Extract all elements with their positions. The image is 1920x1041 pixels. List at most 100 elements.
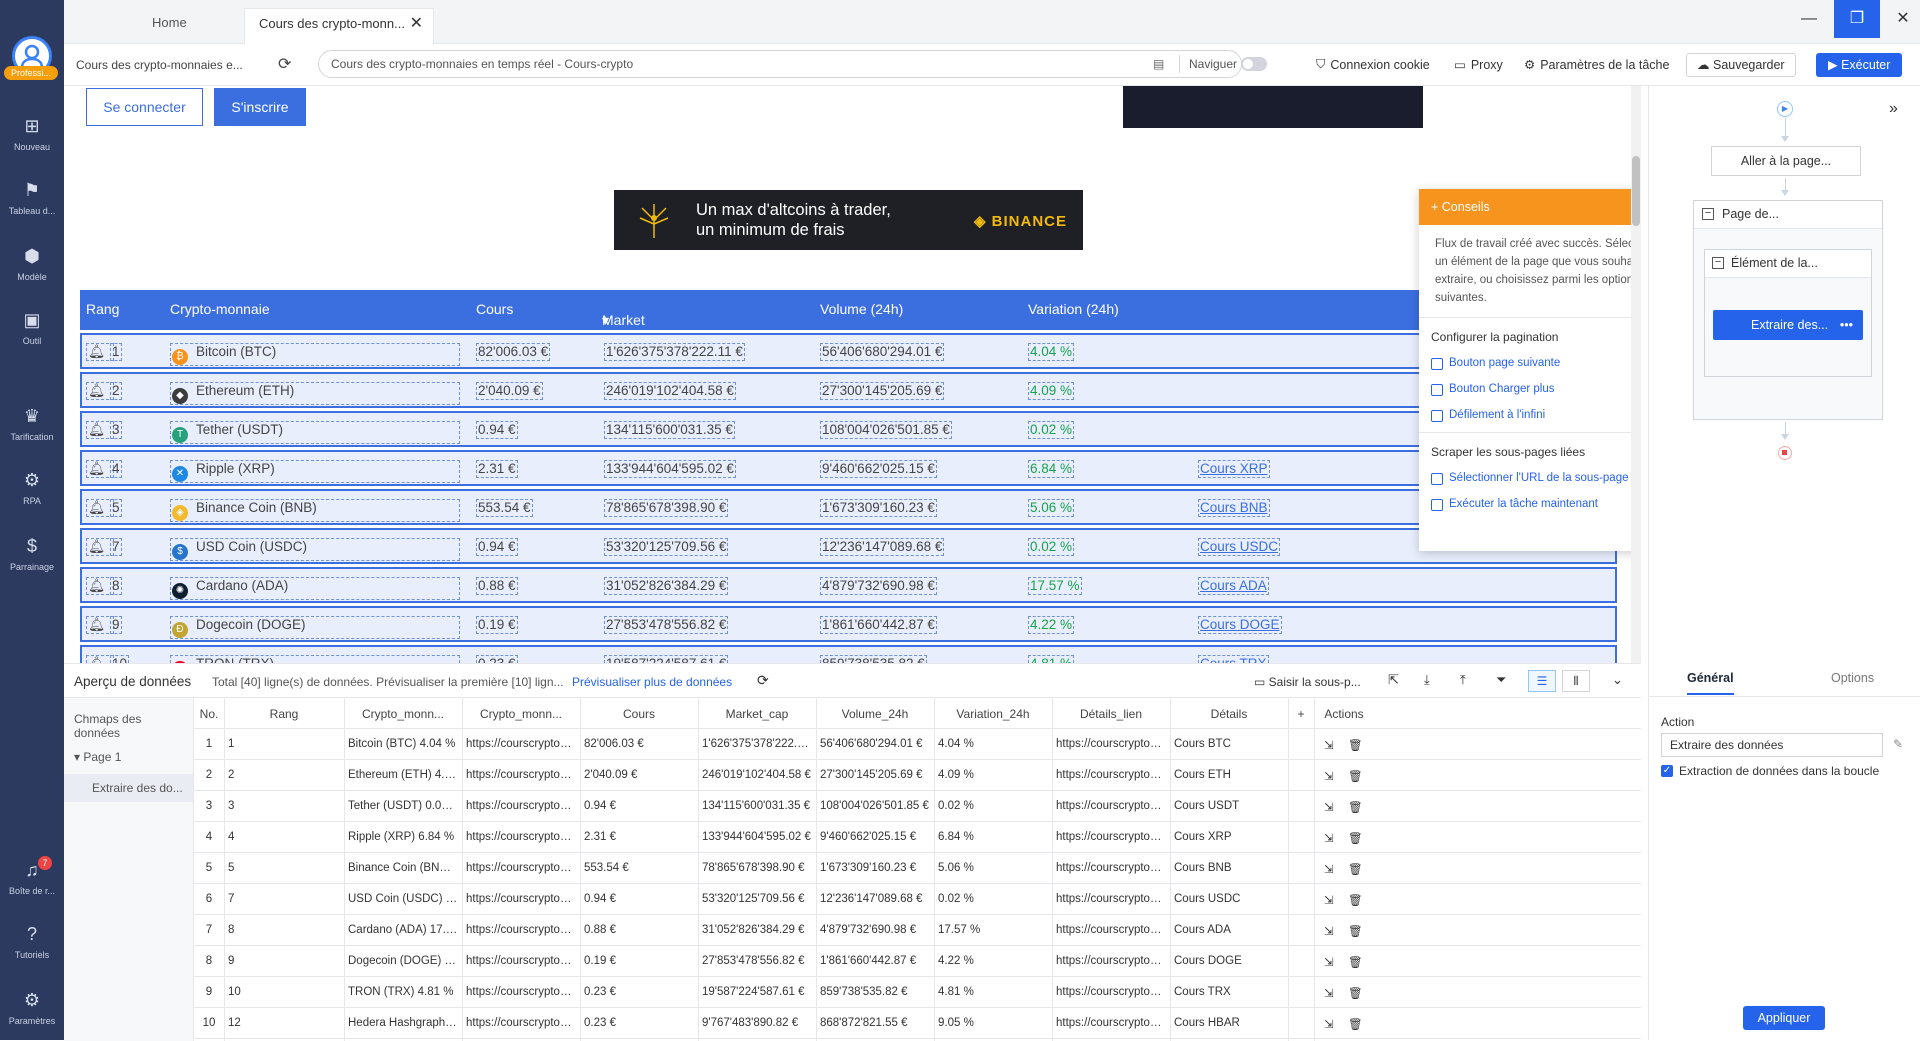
crypto-cell[interactable]: ◈ Binance Coin (BNB)	[170, 499, 460, 522]
sidebar-item-0[interactable]: ⊞ Nouveau	[0, 116, 64, 152]
subpage-button[interactable]: ▭ Saisir la sous-p...	[1254, 675, 1361, 689]
crypto-cell[interactable]: ◆ Ethereum (ETH)	[170, 382, 460, 405]
table-row[interactable]: 5 5 Binance Coin (BNB) 5.0... https://cours…	[194, 853, 1641, 884]
table-row[interactable]: 8 9 Dogecoin (DOGE) 4.22 % https://courscry…	[194, 946, 1641, 977]
login-button[interactable]: Se connecter	[86, 88, 203, 126]
column-header[interactable]: Rang	[224, 707, 344, 721]
table-row[interactable]: 🔔︎ 5 ◈ Binance Coin (BNB) 553.54 €78'865'678…	[80, 489, 1617, 525]
edit-row-icon[interactable]: ⇲	[1324, 800, 1334, 814]
tab-active[interactable]: Cours des crypto-monn... ✕	[244, 8, 434, 44]
crypto-cell[interactable]: $ USD Coin (USDC)	[170, 538, 460, 561]
column-header[interactable]: Actions	[1314, 707, 1374, 721]
column-header[interactable]: Cours	[580, 707, 698, 721]
sidebar-item-4[interactable]: ♛ Tarification	[0, 406, 64, 442]
edit-row-icon[interactable]: ⇲	[1324, 862, 1334, 876]
table-row[interactable]: 7 8 Cardano (ADA) 17.57 % https://courscryp…	[194, 915, 1641, 946]
cookie-button[interactable]: ⛉ Connexion cookie	[1316, 57, 1430, 72]
table-row[interactable]: 2 2 Ethereum (ETH) 4.09 % https://courscryp…	[194, 760, 1641, 791]
apply-button[interactable]: Appliquer	[1743, 1006, 1825, 1030]
crypto-cell[interactable]: Ð Dogecoin (DOGE)	[170, 616, 460, 639]
infinite-scroll-option[interactable]: Défilement à l'infini	[1419, 402, 1641, 428]
table-row[interactable]: 4 4 Ripple (XRP) 6.84 % https://courscrypto…	[194, 822, 1641, 853]
edit-row-icon[interactable]: ⇲	[1324, 893, 1334, 907]
tree-page[interactable]: ▾ Page 1	[64, 746, 193, 768]
loop-checkbox[interactable]: ✓	[1661, 765, 1673, 777]
refresh-icon[interactable]: ⟳	[757, 672, 769, 689]
table-row[interactable]: 🔔︎ 3 T Tether (USDT) 0.94 €134'115'600'031.3…	[80, 411, 1617, 447]
column-header[interactable]: No.	[194, 707, 224, 721]
crypto-cell[interactable]: ₿ Bitcoin (BTC)	[170, 343, 460, 366]
trash-icon[interactable]: 🗑︎	[1348, 831, 1363, 845]
select-subpage-option[interactable]: Sélectionner l'URL de la sous-page	[1419, 465, 1641, 491]
header-price[interactable]: Cours	[476, 301, 513, 317]
load-more-option[interactable]: Bouton Charger plus	[1419, 376, 1641, 402]
trash-icon[interactable]: 🗑︎	[1348, 1017, 1363, 1031]
sidebar-item-3[interactable]: ▣ Outil	[0, 310, 64, 346]
column-header[interactable]: Market_cap	[698, 707, 816, 721]
address-bar[interactable]: Cours des crypto-monnaies en temps réel …	[318, 50, 1267, 78]
column-header[interactable]: Volume_24h	[816, 707, 934, 721]
edit-row-icon[interactable]: ⇲	[1324, 738, 1334, 752]
table-row[interactable]: 🔔︎ 8 ✺ Cardano (ADA) 0.88 €31'052'826'384.29…	[80, 567, 1617, 603]
edit-row-icon[interactable]: ⇲	[1324, 955, 1334, 969]
column-header[interactable]: Détails	[1170, 707, 1288, 721]
column-header[interactable]: Crypto_monn...	[462, 707, 580, 721]
table-row[interactable]: 🔔︎10▲TRON (TRX)0.23 €19'587'224'587.61 €…	[80, 645, 1617, 663]
tab-general[interactable]: Général	[1687, 671, 1734, 695]
trash-icon[interactable]: 🗑︎	[1348, 986, 1363, 1000]
table-row[interactable]: 🔔︎ 2 ◆ Ethereum (ETH) 2'040.09 €246'019'102'…	[80, 372, 1617, 408]
minimize-icon[interactable]: —	[1786, 0, 1832, 38]
edit-row-icon[interactable]: ⇲	[1324, 769, 1334, 783]
column-header[interactable]: Détails_lien	[1052, 707, 1170, 721]
crypto-cell[interactable]: ▲TRON (TRX)	[170, 655, 460, 663]
minus-icon[interactable]: −	[1702, 208, 1714, 220]
window-close-icon[interactable]: ✕	[1880, 0, 1920, 38]
tree-item[interactable]: Extraire des do...	[64, 774, 193, 802]
preview-more-link[interactable]: Prévisualiser plus de données	[572, 675, 732, 689]
sidebar-item-6[interactable]: $ Parrainage	[0, 536, 64, 572]
action-field[interactable]: Extraire des données	[1661, 733, 1883, 757]
sidebar-item-1[interactable]: ⚑ Tableau d...	[0, 180, 64, 216]
header-rank[interactable]: Rang	[86, 301, 119, 317]
goto-page-step[interactable]: Aller à la page...	[1711, 146, 1861, 176]
trash-icon[interactable]: 🗑︎	[1348, 800, 1363, 814]
ad-banner[interactable]: Un max d'altcoins à trader, un minimum de…	[614, 190, 1083, 250]
edit-row-icon[interactable]: ⇲	[1324, 924, 1334, 938]
details-link[interactable]: Cours TRX	[1198, 655, 1269, 663]
crypto-cell[interactable]: T Tether (USDT)	[170, 421, 460, 444]
run-button[interactable]: ▶ Exécuter	[1816, 53, 1903, 77]
item-loop-step[interactable]: Élément de la... − Extraire des... •••	[1704, 249, 1872, 377]
signup-button[interactable]: S'inscrire	[214, 88, 306, 126]
table-row[interactable]: 1 1 Bitcoin (BTC) 4.04 % https://courscrypt…	[194, 729, 1641, 760]
web-scrollbar[interactable]	[1631, 86, 1641, 663]
details-link[interactable]: Cours USDC	[1198, 538, 1281, 556]
next-page-option[interactable]: Bouton page suivante	[1419, 350, 1641, 376]
task-settings-button[interactable]: ⚙ Paramètres de la tâche	[1524, 57, 1669, 73]
details-link[interactable]: Cours DOGE	[1198, 616, 1282, 634]
sidebar-item-9[interactable]: ⚙ Paramètres	[0, 990, 64, 1026]
table-row[interactable]: 9 10 TRON (TRX) 4.81 % https://courscryptom…	[194, 977, 1641, 1008]
trash-icon[interactable]: 🗑︎	[1348, 924, 1363, 938]
proxy-button[interactable]: ▭ Proxy	[1454, 57, 1503, 73]
list-view-icon[interactable]: ☰	[1528, 670, 1556, 692]
sidebar-item-8[interactable]: ? Tutoriels	[0, 924, 64, 960]
column-header[interactable]: Variation_24h	[934, 707, 1052, 721]
crypto-cell[interactable]: ✕ Ripple (XRP)	[170, 460, 460, 483]
tree-root[interactable]: Chmaps des données	[64, 698, 193, 746]
export-icon[interactable]: ⇱	[1388, 672, 1399, 688]
table-row[interactable]: 🔔︎ 4 ✕ Ripple (XRP) 2.31 €133'944'604'595.02…	[80, 450, 1617, 486]
chevron-down-icon[interactable]: ⌄	[1612, 672, 1623, 688]
table-row[interactable]: 🔔︎ 9 Ð Dogecoin (DOGE) 0.19 €27'853'478'556.…	[80, 606, 1617, 642]
column-header[interactable]: Crypto_monn...	[344, 707, 462, 721]
browse-toggle[interactable]	[1241, 57, 1267, 71]
sidebar-item-2[interactable]: ⬢ Modèle	[0, 246, 64, 282]
table-row[interactable]: 10 12 Hedera Hashgraph (HB... https://cours…	[194, 1008, 1641, 1039]
details-link[interactable]: Cours ADA	[1198, 577, 1269, 595]
upload-icon[interactable]: ⤒	[1460, 672, 1466, 688]
sidebar-item-5[interactable]: ⚙ RPA	[0, 470, 64, 506]
trash-icon[interactable]: 🗑︎	[1348, 738, 1363, 752]
table-row[interactable]: 🔔︎ 1 ₿ Bitcoin (BTC) 82'006.03 €1'626'375'37…	[80, 333, 1617, 369]
edit-row-icon[interactable]: ⇲	[1324, 986, 1334, 1000]
table-row[interactable]: 3 3 Tether (USDT) 0.02 % https://courscrypt…	[194, 791, 1641, 822]
close-icon[interactable]: ✕	[410, 9, 423, 39]
